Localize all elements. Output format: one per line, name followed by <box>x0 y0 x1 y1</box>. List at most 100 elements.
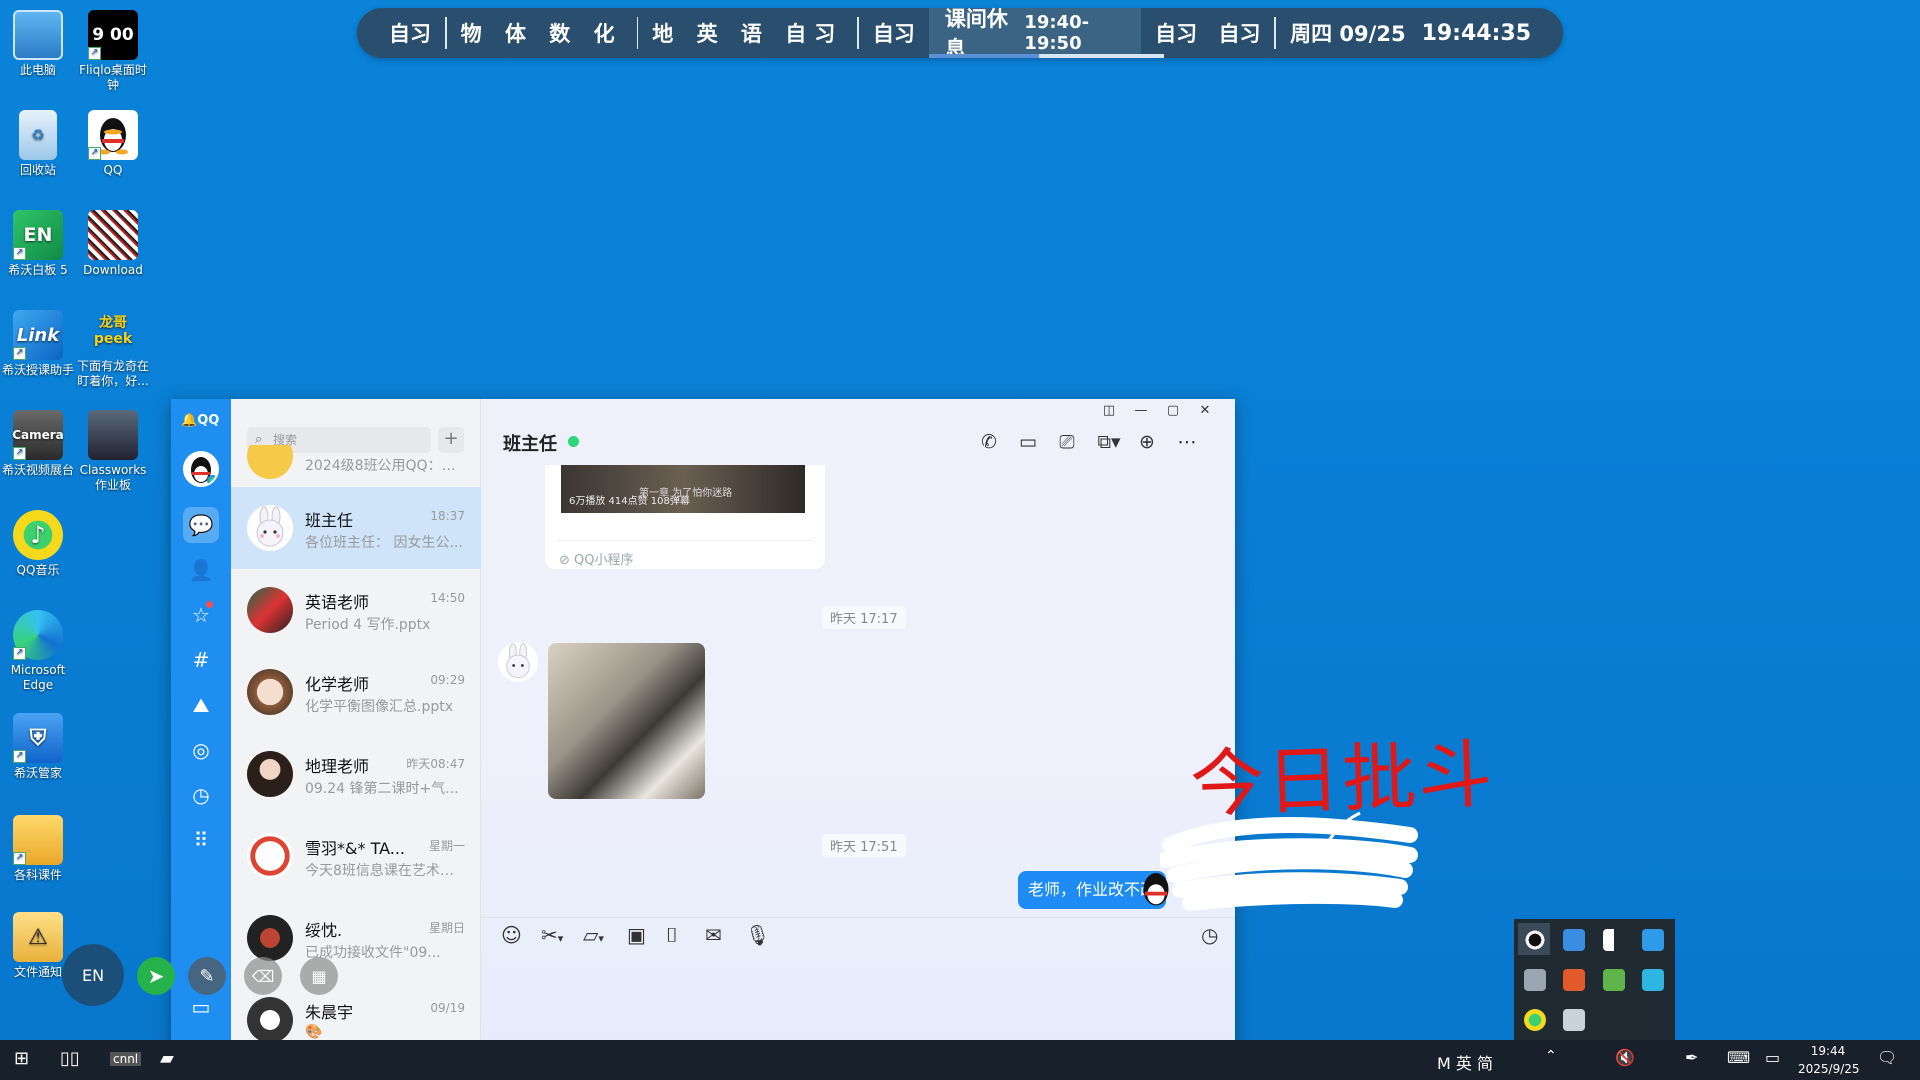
messages-icon[interactable]: 💬 <box>183 507 219 543</box>
touchpad-icon[interactable]: ▭ <box>1765 1048 1780 1067</box>
screenshot-scissors-icon[interactable]: ✂▾ <box>541 923 563 947</box>
schedule-item: 自习 <box>389 22 431 46</box>
desktop-icon-seewo-camera[interactable]: Camera ↗ 希沃视频展台 <box>0 410 77 478</box>
timestamp: 昨天 17:17 <box>822 606 906 629</box>
desktop-icon-seewo-whiteboard[interactable]: EN ↗ 希沃白板 5 <box>0 210 77 278</box>
class-schedule-bar: 自习 物 体 数 化 地 英 语 自习 自习 课间休息 19:40-19:50 … <box>357 7 1563 61</box>
pen-tool-icon[interactable]: ✎ <box>188 957 226 995</box>
chat-time: 星期一 <box>428 839 465 853</box>
shortcut-arrow-icon: ↗ <box>13 647 26 660</box>
desktop-icon-download[interactable]: Download <box>74 210 152 278</box>
chat-item-english-teacher[interactable]: 英语老师 14:50 Period 4 写作.pptx <box>231 569 481 651</box>
chat-item-class-group[interactable]: 2024级8班公用QQ：作... <box>231 445 481 481</box>
notification-dot <box>206 601 213 608</box>
display-tray-icon[interactable] <box>1563 1009 1585 1031</box>
windows-tray-icon[interactable] <box>1603 929 1625 951</box>
security-tray-icon[interactable] <box>1603 969 1625 991</box>
keyboard-icon[interactable]: ⌨ <box>1727 1048 1750 1067</box>
video-call-icon[interactable]: ▭ <box>1014 429 1042 455</box>
chat-name: 化学老师 <box>305 675 370 694</box>
layout-toggle-icon[interactable]: ◫ <box>1095 403 1123 418</box>
chat-item-chemistry-teacher[interactable]: 化学老师 09:29 化学平衡图像汇总.pptx <box>231 651 481 733</box>
user-avatar[interactable] <box>183 451 219 487</box>
panda-avatar <box>247 833 293 879</box>
chat-item-xueyu[interactable]: 雪羽*&* TA... 星期一 今天8班信息课在艺术楼... <box>231 815 481 897</box>
desktop-icon-recycle-bin[interactable]: ♻ 回收站 <box>0 110 77 178</box>
pointer-tool-icon[interactable]: ➤ <box>137 957 175 995</box>
sync-tray-icon[interactable] <box>1642 969 1664 991</box>
remote-assist-icon[interactable]: ⧉▾ <box>1092 429 1126 455</box>
qq-music-tray-icon[interactable] <box>1524 1009 1546 1031</box>
folder-icon[interactable]: ▭ <box>183 989 219 1025</box>
desktop-icon-qq[interactable]: ↗ QQ <box>74 110 152 178</box>
speaker-muted-icon[interactable]: 🔇 <box>1615 1048 1635 1067</box>
desktop-icon-seewo-guard[interactable]: ⛨ ↗ 希沃管家 <box>0 713 77 781</box>
chat-name: 地理老师 <box>305 757 370 776</box>
mini-program-card[interactable]: 第一章 为了怕你迷路 6万播放 414点赞 108弹幕 ⊘ QQ小程序 <box>545 465 825 569</box>
chat-preview-emoji: 🎨 <box>305 1024 323 1040</box>
more-options-icon[interactable]: ⋯ <box>1173 429 1201 455</box>
microphone-icon[interactable]: 🎙 <box>745 923 770 947</box>
desktop-icon-seewo-link[interactable]: Link ↗ 希沃授课助手 <box>0 310 77 378</box>
taskbar-clock[interactable]: 19:44 2025/9/25 <box>1798 1042 1860 1078</box>
screen-share-icon[interactable]: ⎚ <box>1053 429 1081 455</box>
image-icon[interactable]: ▣ <box>627 923 646 947</box>
channels-hash-icon[interactable]: # <box>183 642 219 678</box>
red-packet-icon[interactable]: ✉ <box>705 923 722 947</box>
history-clock-icon[interactable]: ◷ <box>1201 923 1218 947</box>
received-photo[interactable] <box>548 643 705 799</box>
file-explorer-icon[interactable]: ▰ <box>160 1048 174 1069</box>
more-tools-icon[interactable]: ▦ <box>300 957 338 995</box>
chat-time: 09/19 <box>430 1001 465 1015</box>
app-tray-icon[interactable] <box>1563 929 1585 951</box>
notification-center-icon[interactable]: 🗨 <box>1877 1048 1897 1067</box>
games-icon[interactable]: ◎ <box>183 732 219 768</box>
space-icon[interactable]: ⛰ <box>183 687 219 723</box>
schedule-item: 自习 自习 <box>1155 22 1261 46</box>
desktop-icon-qq-music[interactable]: ♪ QQ音乐 <box>0 510 77 578</box>
desktop-icon-edge[interactable]: ↗ Microsoft Edge <box>0 610 77 693</box>
eraser-tool-icon[interactable]: ⌫ <box>244 957 282 995</box>
show-hidden-icons-chevron-icon[interactable]: ⌃ <box>1545 1048 1557 1064</box>
minimize-icon[interactable]: — <box>1127 403 1155 418</box>
file-folder-icon[interactable]: ▱▾ <box>583 923 604 947</box>
maximize-icon[interactable]: ▢ <box>1159 403 1187 418</box>
online-status-dot <box>568 436 579 447</box>
emoji-icon[interactable]: ☺ <box>501 923 522 947</box>
input-toolbar-divider <box>481 917 1235 918</box>
sender-avatar[interactable] <box>498 642 538 682</box>
add-member-icon[interactable]: ⊕ <box>1133 429 1161 455</box>
taskbar-app-icon[interactable]: cnnl <box>110 1052 142 1066</box>
desktop-icon-courseware[interactable]: ↗ 各科课件 <box>0 815 77 883</box>
history-icon[interactable]: ◷ <box>183 777 219 813</box>
chat-item-geography-teacher[interactable]: 地理老师 昨天08:47 09.24 锋第二课时+气... <box>231 733 481 815</box>
favorites-star-icon[interactable]: ☆ <box>183 597 219 633</box>
rabbit-avatar <box>247 505 293 551</box>
desktop-icon-classworks[interactable]: Classworks 作业板 <box>74 410 152 493</box>
close-icon[interactable]: ✕ <box>1191 403 1219 418</box>
qq-tray-icon[interactable] <box>1524 929 1546 951</box>
desktop-icon-this-pc[interactable]: 此电脑 <box>0 10 77 78</box>
contacts-icon[interactable]: 👤 <box>183 552 219 588</box>
speaker-tray-icon[interactable] <box>1563 969 1585 991</box>
input-method-indicator[interactable]: M 英 简 <box>1437 1050 1493 1074</box>
apps-grid-icon[interactable]: ⠿ <box>183 822 219 858</box>
seewo-floating-button[interactable]: EN <box>62 944 124 1006</box>
camera-app-icon: Camera ↗ <box>12 410 64 460</box>
icon-image-text: Camera <box>12 427 64 442</box>
task-view-icon[interactable]: ▯▯ <box>60 1048 80 1069</box>
chat-item-head-teacher[interactable]: 班主任 18:37 各位班主任： 因女生公... <box>231 487 481 569</box>
pen-icon[interactable]: ✒ <box>1685 1048 1698 1067</box>
chat-name: 朱晨宇 <box>305 1003 354 1022</box>
network-tray-icon[interactable] <box>1524 969 1546 991</box>
shake-icon[interactable]: ⌷ <box>666 923 678 947</box>
white-scribble-mark <box>1160 811 1418 911</box>
desktop-icon-peek[interactable]: 龙哥 peek 下面有龙奇在盯着你，好... <box>74 306 152 389</box>
seewo-tray-icon[interactable] <box>1642 929 1664 951</box>
voice-call-icon[interactable]: ✆ <box>975 429 1003 455</box>
start-windows-icon[interactable]: ⊞ <box>14 1048 29 1069</box>
icon-label: Microsoft Edge <box>10 663 66 692</box>
chat-preview: 化学平衡图像汇总.pptx <box>305 699 453 715</box>
shortcut-arrow-icon: ↗ <box>88 147 101 160</box>
desktop-icon-fliqlo[interactable]: 9 00 ↗ Fliqlo桌面时钟 <box>74 10 152 93</box>
